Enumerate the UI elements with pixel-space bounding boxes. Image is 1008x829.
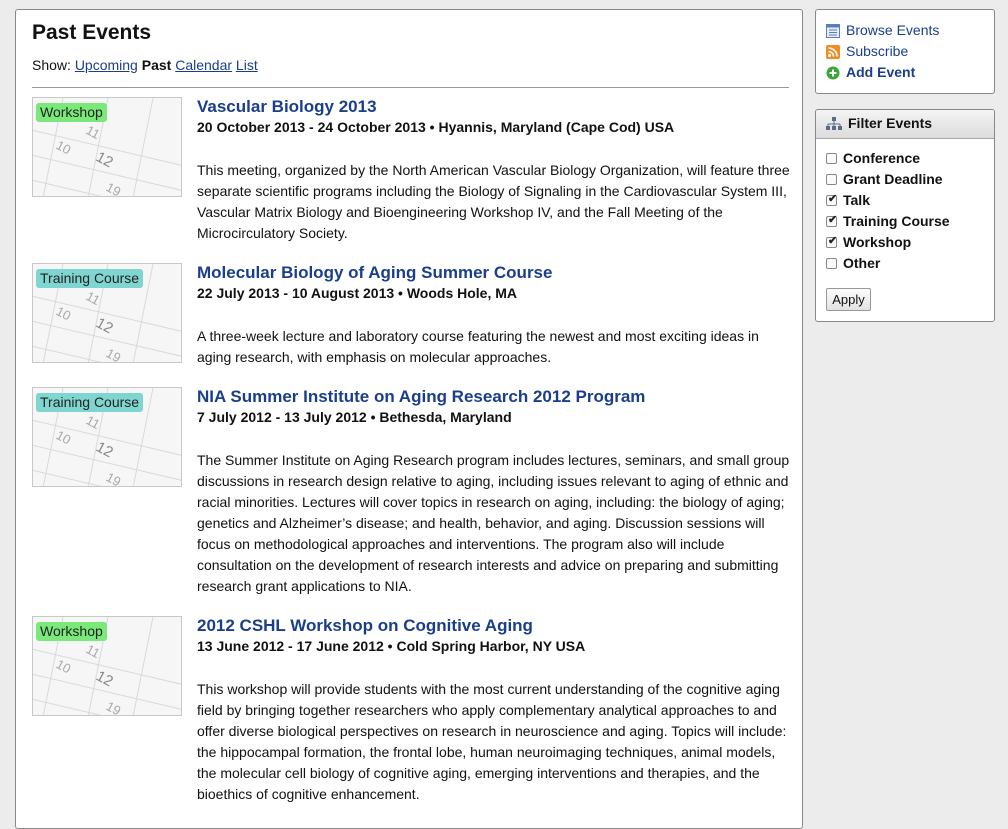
event-date-location: 20 October 2013 - 24 October 2013 • Hyan… <box>197 119 675 135</box>
subscribe-label: Subscribe <box>846 43 909 59</box>
other-checkbox[interactable] <box>826 258 837 269</box>
calendar-link[interactable]: Calendar <box>175 57 232 73</box>
event-item: 10 11 12 19 Training Course NIA Summer I… <box>32 387 792 597</box>
filter-option-label: Talk <box>843 192 870 208</box>
calendar-thumbnail[interactable]: 10 11 12 19 Workshop <box>32 97 182 197</box>
event-date-location: 22 July 2013 - 10 August 2013 • Woods Ho… <box>197 285 518 301</box>
svg-text:19: 19 <box>104 345 124 363</box>
event-description: This workshop will provide students with… <box>197 681 787 802</box>
calendar-thumbnail[interactable]: 10 11 12 19 Training Course <box>32 387 182 487</box>
svg-text:19: 19 <box>104 179 124 197</box>
event-type-tag: Training Course <box>36 269 144 288</box>
event-description: This meeting, organized by the North Ame… <box>197 162 790 241</box>
filter-option-label: Training Course <box>843 213 950 229</box>
filter-option-label: Workshop <box>843 234 912 250</box>
event-type-tag: Training Course <box>36 393 144 412</box>
add-event-label: Add Event <box>846 64 916 80</box>
svg-text:10: 10 <box>54 427 74 447</box>
hierarchy-icon <box>826 117 842 130</box>
rss-icon <box>826 45 840 59</box>
event-item: 10 11 12 19 Workshop Vascular Biology 20… <box>32 97 792 247</box>
svg-text:12: 12 <box>93 315 116 338</box>
event-title-link[interactable]: NIA Summer Institute on Aging Research 2… <box>197 387 645 407</box>
svg-text:19: 19 <box>104 469 124 487</box>
event-title-link[interactable]: 2012 CSHL Workshop on Cognitive Aging <box>197 616 533 636</box>
svg-text:10: 10 <box>54 137 74 157</box>
svg-text:12: 12 <box>93 149 116 172</box>
browse-events-label: Browse Events <box>846 22 940 38</box>
event-item: 10 11 12 19 Workshop 2012 CSHL Workshop … <box>32 616 792 816</box>
checkmark-icon: ✔ <box>828 193 838 205</box>
calendar-thumbnail[interactable]: 10 11 12 19 Workshop <box>32 616 182 716</box>
filter-option-label: Grant Deadline <box>843 171 943 187</box>
checkmark-icon: ✔ <box>828 235 838 247</box>
event-date-location: 7 July 2012 - 13 July 2012 • Bethesda, M… <box>197 409 512 425</box>
event-type-tag: Workshop <box>36 103 107 122</box>
training-course-checkbox[interactable]: ✔ <box>826 214 838 227</box>
list-link[interactable]: List <box>236 57 258 73</box>
event-date-location: 13 June 2012 - 17 June 2012 • Cold Sprin… <box>197 638 586 654</box>
event-title-link[interactable]: Vascular Biology 2013 <box>197 97 377 117</box>
calendar-thumbnail[interactable]: 10 11 12 19 Training Course <box>32 263 182 363</box>
talk-checkbox[interactable]: ✔ <box>826 193 838 206</box>
past-current-label: Past <box>141 57 172 73</box>
svg-text:12: 12 <box>93 668 116 691</box>
event-title-link[interactable]: Molecular Biology of Aging Summer Course <box>197 263 552 283</box>
filter-heading-bar: Filter Events <box>816 110 994 139</box>
upcoming-link[interactable]: Upcoming <box>75 57 138 73</box>
apply-button[interactable]: Apply <box>826 288 871 311</box>
filter-option-label: Other <box>843 255 881 271</box>
divider <box>32 87 789 88</box>
conference-checkbox[interactable] <box>826 153 837 164</box>
svg-text:10: 10 <box>54 303 74 323</box>
filter-option-label: Conference <box>843 150 921 166</box>
event-description: The Summer Institute on Aging Research p… <box>197 452 790 594</box>
event-item: 10 11 12 19 Training Course Molecular Bi… <box>32 263 792 373</box>
checkmark-icon: ✔ <box>828 214 838 226</box>
svg-text:12: 12 <box>93 439 116 462</box>
filter-events-box: Filter Events Conference Grant Deadline … <box>815 109 995 322</box>
show-label: Show: <box>32 57 71 73</box>
grant-deadline-checkbox[interactable] <box>826 174 837 185</box>
events-panel: Past Events Show: Upcoming Past Calendar… <box>15 9 803 829</box>
event-type-tag: Workshop <box>36 622 107 641</box>
svg-text:10: 10 <box>54 656 74 676</box>
event-actions-box: Browse Events Subscribe Add Event <box>815 9 995 94</box>
page-title: Past Events <box>32 21 152 44</box>
filter-heading: Filter Events <box>848 115 933 131</box>
calendar-list-icon <box>826 24 840 38</box>
workshop-checkbox[interactable]: ✔ <box>826 235 838 248</box>
add-circle-icon <box>826 66 840 80</box>
event-description: A three-week lecture and laboratory cour… <box>197 328 759 365</box>
svg-text:19: 19 <box>104 698 124 716</box>
show-filter-bar: Show: Upcoming Past Calendar List <box>32 57 258 73</box>
